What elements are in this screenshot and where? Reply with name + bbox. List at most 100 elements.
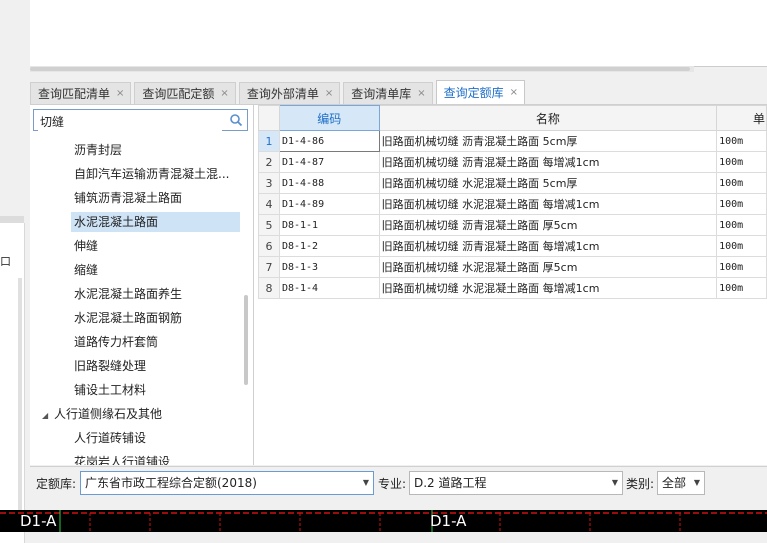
code-column-header[interactable]: 编码 xyxy=(278,105,380,131)
quota-table-panel: 编码 名称 单 1 D1-4-86 旧路面机械切缝 沥青混凝土路面 5cm厚 1… xyxy=(258,105,767,465)
code-cell[interactable]: D8-1-2 xyxy=(278,235,380,257)
tree-item[interactable]: 缩缝 xyxy=(74,260,240,280)
name-cell[interactable]: 旧路面机械切缝 沥青混凝土路面 每增减1cm xyxy=(378,151,718,173)
tree-item[interactable]: 花岗岩人行道铺设 xyxy=(74,452,240,465)
tree-item[interactable]: 水泥混凝土路面养生 xyxy=(74,284,240,304)
tree-item[interactable]: 伸缝 xyxy=(74,236,240,256)
chevron-down-icon[interactable]: ▼ xyxy=(694,472,700,494)
code-cell[interactable]: D1-4-88 xyxy=(278,172,380,194)
row-number: 6 xyxy=(258,235,280,257)
row-number: 4 xyxy=(258,193,280,215)
top-scrollbar-thumb[interactable] xyxy=(30,67,690,71)
search-input[interactable] xyxy=(38,111,222,131)
cad-axis-label: D1-A xyxy=(20,512,57,530)
major-select[interactable]: D.2 道路工程 ▼ xyxy=(409,471,623,495)
tree-item-label: 旧路裂缝处理 xyxy=(74,359,147,373)
tab-match-list[interactable]: 查询匹配清单 × xyxy=(30,82,132,104)
table-row[interactable]: 6 D8-1-2 旧路面机械切缝 沥青混凝土路面 每增减1cm 100m xyxy=(258,235,767,257)
tree-item[interactable]: 水泥混凝土路面钢筋 xyxy=(74,308,240,328)
tree-item-label: 伸缝 xyxy=(74,239,99,253)
tree-item[interactable]: 旧路裂缝处理 xyxy=(74,356,240,376)
name-column-header[interactable]: 名称 xyxy=(378,105,718,131)
row-number: 1 xyxy=(258,130,280,152)
unit-cell[interactable]: 100m xyxy=(716,130,767,152)
tab-label: 查询匹配清单 xyxy=(38,87,111,101)
cad-axis-label: D1-A xyxy=(430,512,467,530)
code-cell[interactable]: D8-1-4 xyxy=(278,277,380,299)
close-icon[interactable]: × xyxy=(510,87,518,98)
search-box[interactable] xyxy=(33,109,248,131)
table-row[interactable]: 8 D8-1-4 旧路面机械切缝 水泥混凝土路面 每增减1cm 100m xyxy=(258,277,767,299)
row-number: 5 xyxy=(258,214,280,236)
table-row[interactable]: 1 D1-4-86 旧路面机械切缝 沥青混凝土路面 5cm厚 100m xyxy=(258,130,767,152)
left-panel-scrollbar[interactable] xyxy=(18,278,22,518)
code-cell[interactable]: D1-4-87 xyxy=(278,151,380,173)
table-row[interactable]: 2 D1-4-87 旧路面机械切缝 沥青混凝土路面 每增减1cm 100m xyxy=(258,151,767,173)
close-icon[interactable]: × xyxy=(220,88,228,99)
tab-label: 查询匹配定额 xyxy=(142,87,215,101)
unit-cell[interactable]: 100m xyxy=(716,193,767,215)
unit-cell[interactable]: 100m xyxy=(716,256,767,278)
name-cell[interactable]: 旧路面机械切缝 沥青混凝土路面 每增减1cm xyxy=(378,235,718,257)
unit-cell[interactable]: 100m xyxy=(716,277,767,299)
tab-label: 查询定额库 xyxy=(443,86,504,100)
category-select[interactable]: 全部 ▼ xyxy=(657,471,705,495)
row-number: 7 xyxy=(258,256,280,278)
tree-group-item[interactable]: ◢ 人行道侧缘石及其他 xyxy=(42,404,240,424)
library-select[interactable]: 广东省市政工程综合定额(2018) ▼ xyxy=(80,471,374,495)
tree-item[interactable]: 人行道砖铺设 xyxy=(74,428,240,448)
name-cell[interactable]: 旧路面机械切缝 沥青混凝土路面 厚5cm xyxy=(378,214,718,236)
top-panel xyxy=(0,0,767,78)
table-row[interactable]: 5 D8-1-1 旧路面机械切缝 沥青混凝土路面 厚5cm 100m xyxy=(258,214,767,236)
unit-cell[interactable]: 100m xyxy=(716,172,767,194)
table-header-row: 编码 名称 单 xyxy=(258,105,767,131)
tree-item-label: 人行道侧缘石及其他 xyxy=(54,407,163,421)
close-icon[interactable]: × xyxy=(116,88,124,99)
name-cell[interactable]: 旧路面机械切缝 水泥混凝土路面 每增减1cm xyxy=(378,193,718,215)
tree-item-label: 花岗岩人行道铺设 xyxy=(74,455,171,465)
tree-scrollbar[interactable] xyxy=(244,295,248,385)
tree-item[interactable]: 自卸汽车运输沥青混凝土混... xyxy=(74,164,240,184)
tree-item-selected[interactable]: 水泥混凝土路面 xyxy=(71,212,240,232)
tree-item[interactable]: 铺筑沥青混凝土路面 xyxy=(74,188,240,208)
code-cell[interactable]: D1-4-89 xyxy=(278,193,380,215)
name-cell[interactable]: 旧路面机械切缝 水泥混凝土路面 厚5cm xyxy=(378,256,718,278)
library-label: 定额库: xyxy=(36,477,77,491)
tree-item[interactable]: 道路传力杆套筒 xyxy=(74,332,240,352)
main-pane: 沥青封层 自卸汽车运输沥青混凝土混... 铺筑沥青混凝土路面 水泥混凝土路面 伸… xyxy=(30,104,767,465)
tree-item-label: 道路传力杆套筒 xyxy=(74,335,159,349)
search-icon[interactable] xyxy=(229,113,243,127)
tree-item[interactable]: 沥青封层 xyxy=(74,140,240,160)
unit-column-header[interactable]: 单 xyxy=(716,105,767,131)
tree-item-label: 水泥混凝土路面养生 xyxy=(74,287,183,301)
quota-table: 编码 名称 单 1 D1-4-86 旧路面机械切缝 沥青混凝土路面 5cm厚 1… xyxy=(258,105,767,299)
tab-match-quota[interactable]: 查询匹配定额 × xyxy=(134,82,236,104)
code-cell[interactable]: D8-1-3 xyxy=(278,256,380,278)
major-select-value: D.2 道路工程 xyxy=(414,476,487,490)
code-cell[interactable]: D1-4-86 xyxy=(278,130,380,152)
tab-external-list[interactable]: 查询外部清单 × xyxy=(238,82,341,104)
name-cell[interactable]: 旧路面机械切缝 水泥混凝土路面 每增减1cm xyxy=(378,277,718,299)
name-cell[interactable]: 旧路面机械切缝 沥青混凝土路面 5cm厚 xyxy=(378,130,718,152)
table-row[interactable]: 4 D1-4-89 旧路面机械切缝 水泥混凝土路面 每增减1cm 100m xyxy=(258,193,767,215)
unit-cell[interactable]: 100m xyxy=(716,235,767,257)
library-select-value: 广东省市政工程综合定额(2018) xyxy=(85,476,257,490)
chevron-down-icon[interactable]: ▼ xyxy=(363,472,369,494)
tab-list-library[interactable]: 查询清单库 × xyxy=(343,82,433,104)
cad-drawing-strip: D1-A D1-A xyxy=(0,510,767,532)
chevron-down-icon[interactable]: ▼ xyxy=(612,472,618,494)
tree-item[interactable]: 铺设土工材料 xyxy=(74,380,240,400)
table-row[interactable]: 3 D1-4-88 旧路面机械切缝 水泥混凝土路面 5cm厚 100m xyxy=(258,172,767,194)
close-icon[interactable]: × xyxy=(417,88,425,99)
expand-arrow-icon[interactable]: ◢ xyxy=(42,406,54,424)
unit-cell[interactable]: 100m xyxy=(716,214,767,236)
row-number: 3 xyxy=(258,172,280,194)
tab-quota-library[interactable]: 查询定额库 × xyxy=(435,80,526,104)
code-cell[interactable]: D8-1-1 xyxy=(278,214,380,236)
tree-item-label: 水泥混凝土路面钢筋 xyxy=(74,311,183,325)
name-cell[interactable]: 旧路面机械切缝 水泥混凝土路面 5cm厚 xyxy=(378,172,718,194)
tab-label: 查询外部清单 xyxy=(246,87,319,101)
unit-cell[interactable]: 100m xyxy=(716,151,767,173)
table-row[interactable]: 7 D8-1-3 旧路面机械切缝 水泥混凝土路面 厚5cm 100m xyxy=(258,256,767,278)
close-icon[interactable]: × xyxy=(325,88,333,99)
